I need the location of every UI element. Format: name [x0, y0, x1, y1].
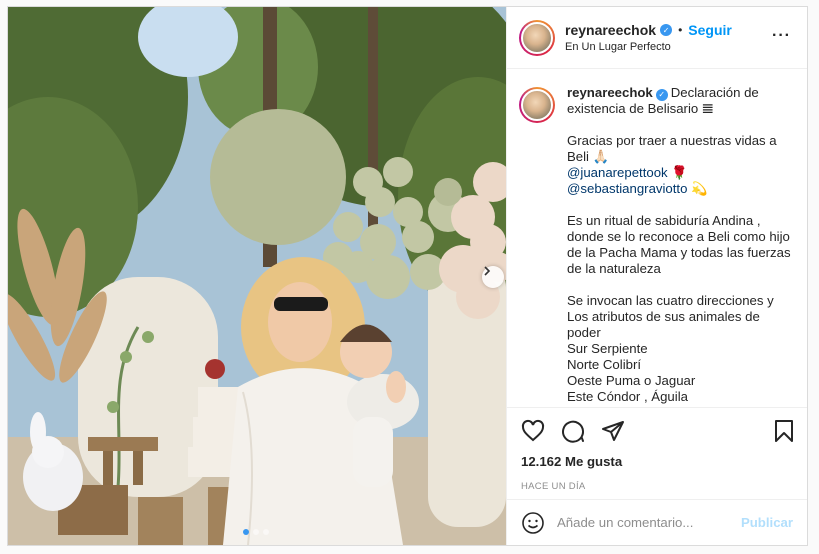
save-button[interactable] [773, 419, 795, 446]
actions-section: 12.162 Me gusta HACE UN DÍA [507, 407, 807, 499]
smiley-icon [522, 511, 544, 534]
post-timestamp[interactable]: HACE UN DÍA [521, 481, 793, 492]
likes-count[interactable]: 12.162 Me gusta [521, 454, 793, 469]
avatar-image [521, 21, 553, 54]
more-options-icon[interactable]: ··· [772, 28, 791, 44]
carousel-dot[interactable] [243, 529, 249, 535]
follow-button[interactable]: Seguir [688, 22, 732, 38]
carousel-next-button[interactable] [482, 266, 504, 288]
caption-username-link[interactable]: reynareechok [567, 85, 653, 100]
caption-section: reynareechok ✓ Declaración de existencia d… [507, 69, 807, 407]
comment-button[interactable] [561, 419, 585, 443]
header-text: reynareechok ✓ • Seguir En Un Lugar Perf… [565, 22, 732, 53]
publish-button[interactable]: Publicar [741, 515, 793, 530]
avatar[interactable] [519, 19, 555, 56]
caption-paragraph-1: reynareechok ✓ Declaración de existencia d… [567, 85, 792, 117]
separator-dot: • [678, 23, 683, 37]
carousel-dots [243, 529, 269, 535]
username-link[interactable]: reynareechok [565, 22, 656, 38]
bookmark-icon [775, 420, 793, 442]
like-button[interactable] [521, 419, 545, 443]
caption-paragraph-3: Es un ritual de sabiduría Andina , donde… [567, 213, 791, 276]
comment-input[interactable] [557, 515, 741, 530]
mention-emoji: 💫 [687, 181, 708, 196]
share-button[interactable] [601, 419, 625, 443]
comment-bar: Publicar [507, 499, 807, 545]
emoji-button[interactable] [521, 511, 545, 535]
post-sidebar: reynareechok ✓ • Seguir En Un Lugar Perf… [506, 7, 807, 545]
chevron-right-icon [484, 266, 491, 276]
comment-icon [562, 420, 585, 443]
carousel-dot[interactable] [263, 529, 269, 535]
avatar-image [521, 89, 553, 121]
caption-paragraph-2: Gracias por traer a nuestras vidas a Bel… [567, 133, 792, 197]
heart-icon [521, 419, 545, 442]
post-photo[interactable] [8, 7, 506, 545]
mention-link[interactable]: @juanarepettook [567, 165, 668, 180]
instagram-post: reynareechok ✓ • Seguir En Un Lugar Perf… [7, 6, 808, 546]
verified-badge-icon: ✓ [660, 24, 673, 36]
location-link[interactable]: En Un Lugar Perfecto [565, 41, 732, 53]
mention-emoji: 🌹 [667, 165, 688, 180]
user-row: reynareechok ✓ • Seguir [565, 22, 732, 38]
action-icons [521, 408, 793, 454]
carousel-dot[interactable] [253, 529, 259, 535]
paper-plane-icon [602, 421, 624, 441]
mention-link[interactable]: @sebastiangraviotto [567, 181, 687, 196]
verified-badge-icon: ✓ [655, 89, 668, 101]
photo-illustration [8, 7, 506, 545]
caption-paragraph-4: Se invocan las cuatro direcciones y Los … [567, 293, 774, 404]
caption-avatar[interactable] [519, 87, 555, 123]
caption-text: reynareechok ✓ Declaración de existencia d… [567, 85, 792, 407]
caption-thanks: Gracias por traer a nuestras vidas a Bel… [567, 133, 777, 164]
post-header: reynareechok ✓ • Seguir En Un Lugar Perf… [507, 7, 807, 69]
